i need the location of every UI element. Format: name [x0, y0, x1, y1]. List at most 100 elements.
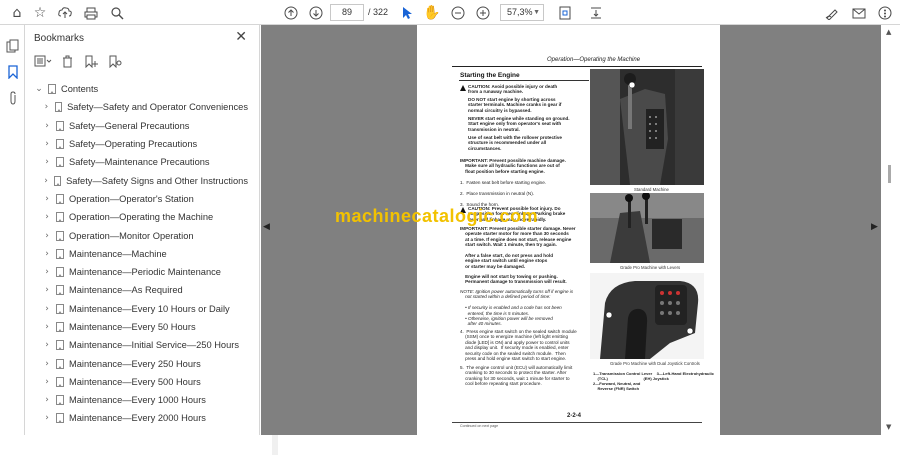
watermark: machinecatalogic.com: [335, 206, 539, 226]
bookmark-label: Operation—Operator's Station: [69, 193, 194, 204]
chevron-right-icon[interactable]: ›: [42, 249, 52, 259]
find-bookmark-icon[interactable]: [106, 53, 124, 69]
bookmark-icon: [56, 395, 64, 406]
scroll-down-icon[interactable]: ▼: [886, 423, 891, 431]
tree-root[interactable]: ⌄ Contents: [26, 80, 248, 98]
bookmark-label: Safety—Safety and Operator Conveniences: [67, 102, 248, 113]
print-icon[interactable]: [81, 3, 101, 23]
chevron-right-icon[interactable]: ›: [42, 121, 52, 131]
pages-icon[interactable]: [4, 37, 21, 54]
bookmark-item[interactable]: › Maintenance—Initial Service—250 Hours: [26, 336, 248, 354]
delete-bookmark-icon[interactable]: [58, 53, 76, 69]
grade-pro-levers-photo: [590, 193, 704, 263]
bookmark-item[interactable]: › Maintenance—Periodic Maintenance: [26, 263, 248, 281]
bookmark-icon: [56, 303, 64, 314]
zoom-level-select[interactable]: 57,3% ▼: [500, 4, 544, 21]
bookmark-item[interactable]: › Operation—Operator's Station: [26, 190, 248, 208]
gear-icon[interactable]: [875, 3, 895, 23]
figure-legend: 1—Transmission Control Lever 3—Left-Hand…: [593, 371, 714, 391]
bookmark-label: Safety—Safety Signs and Other Instructio…: [66, 175, 248, 186]
chevron-right-icon[interactable]: ›: [42, 267, 52, 277]
bookmark-icon: [54, 175, 62, 186]
chevron-right-icon[interactable]: ›: [42, 194, 52, 204]
page-number-input[interactable]: 89: [330, 4, 364, 21]
fit-page-icon[interactable]: [555, 3, 575, 23]
bookmark-item[interactable]: › Safety—Safety Signs and Other Instructi…: [26, 171, 248, 189]
search-zoom-icon[interactable]: [107, 3, 127, 23]
chevron-right-icon[interactable]: ›: [42, 413, 52, 423]
bookmark-label: Maintenance—Every 10 Hours or Daily: [69, 303, 230, 314]
bookmark-label: Maintenance—Every 2000 Hours: [69, 413, 206, 424]
bookmark-item[interactable]: › Maintenance—Every 50 Hours: [26, 318, 248, 336]
options-menu-icon[interactable]: [34, 53, 52, 69]
bookmark-icon[interactable]: [4, 63, 21, 80]
chevron-right-icon[interactable]: ›: [42, 304, 52, 314]
chevron-right-icon[interactable]: ›: [42, 231, 52, 241]
bookmark-item[interactable]: › Safety—Safety and Operator Conveniences: [26, 98, 248, 116]
add-bookmark-icon[interactable]: [82, 53, 100, 69]
chevron-down-icon: ▼: [533, 9, 540, 16]
chevron-right-icon[interactable]: ›: [42, 340, 52, 350]
bookmark-item[interactable]: › Maintenance—As Required: [26, 281, 248, 299]
bookmark-label: Maintenance—Periodic Maintenance: [69, 267, 221, 278]
document-scrollbar-thumb[interactable]: [888, 165, 891, 183]
scroll-mode-icon[interactable]: [586, 3, 606, 23]
document-scrollbar[interactable]: ▲ ▼: [881, 25, 900, 435]
header-rule: [452, 66, 702, 67]
hand-icon[interactable]: ✋: [422, 3, 442, 23]
bookmark-item[interactable]: › Maintenance—Every 10 Hours or Daily: [26, 300, 248, 318]
chevron-right-icon[interactable]: ›: [42, 157, 52, 167]
chevron-down-icon[interactable]: ⌄: [34, 84, 44, 94]
close-icon[interactable]: ✕: [235, 29, 247, 45]
bookmark-item[interactable]: › Safety—Maintenance Precautions: [26, 153, 248, 171]
zoom-in-icon[interactable]: [473, 3, 493, 23]
caption-levers: Grade Pro Machine with Levers: [620, 265, 681, 270]
zoom-out-icon[interactable]: [448, 3, 468, 23]
note-text: NOTE: Ignition power automatically turns…: [460, 289, 574, 327]
bookmark-item[interactable]: › Operation—Monitor Operation: [26, 226, 248, 244]
star-icon[interactable]: ☆: [30, 3, 50, 23]
top-toolbar: ⌂ ☆ 89 / 322 ✋ 57,3% ▼: [0, 0, 900, 25]
bookmark-icon: [54, 102, 63, 113]
paragraph-1: DO NOT start engine by shorting across s…: [468, 97, 562, 113]
bookmark-tools: [34, 53, 124, 69]
scroll-up-icon[interactable]: ▲: [886, 28, 891, 36]
chevron-right-icon[interactable]: ›: [42, 102, 51, 112]
left-rail: [0, 25, 25, 435]
bookmark-item[interactable]: › Maintenance—Every 500 Hours: [26, 373, 248, 391]
bookmark-item[interactable]: › Operation—Operating the Machine: [26, 208, 248, 226]
cursor-icon[interactable]: [397, 3, 417, 23]
mail-icon[interactable]: [849, 3, 869, 23]
bookmark-icon: [56, 322, 64, 332]
chevron-right-icon[interactable]: ›: [42, 139, 52, 149]
chevron-right-icon[interactable]: ›: [42, 285, 52, 295]
home-icon[interactable]: ⌂: [7, 3, 27, 23]
next-page-arrow-icon[interactable]: ▶: [871, 222, 878, 232]
bookmark-icon: [56, 120, 64, 131]
chevron-right-icon[interactable]: ›: [42, 176, 50, 186]
sign-icon[interactable]: [822, 3, 842, 23]
chevron-right-icon[interactable]: ›: [42, 359, 52, 369]
chevron-right-icon[interactable]: ›: [42, 377, 52, 387]
chevron-right-icon[interactable]: ›: [42, 212, 52, 222]
bookmark-label: Maintenance—Every 1000 Hours: [69, 395, 206, 406]
bookmark-item[interactable]: › Maintenance—Every 1000 Hours: [26, 391, 248, 409]
prev-page-arrow-icon[interactable]: ◀: [263, 222, 270, 232]
bookmark-item[interactable]: › Safety—Operating Precautions: [26, 135, 248, 153]
bookmark-label: Maintenance—Initial Service—250 Hours: [69, 340, 240, 351]
chevron-right-icon[interactable]: ›: [42, 322, 52, 332]
page-up-icon[interactable]: [281, 3, 301, 23]
page-down-icon[interactable]: [306, 3, 326, 23]
bookmark-tree: ⌄ Contents › Safety—Safety and Operator C…: [26, 80, 248, 428]
bookmark-icon: [56, 230, 64, 241]
important-text-1: IMPORTANT: Prevent possible machine dama…: [460, 158, 566, 174]
bookmark-item[interactable]: › Maintenance—Every 2000 Hours: [26, 409, 248, 427]
bookmark-item[interactable]: › Safety—General Precautions: [26, 117, 248, 135]
chevron-right-icon[interactable]: ›: [42, 395, 52, 405]
bookmark-icon: [56, 267, 64, 278]
bookmark-item[interactable]: › Maintenance—Machine: [26, 245, 248, 263]
bookmark-item[interactable]: › Maintenance—Every 250 Hours: [26, 354, 248, 372]
bookmark-icon: [56, 376, 64, 387]
attachment-icon[interactable]: [4, 89, 21, 106]
upload-icon[interactable]: [55, 3, 75, 23]
